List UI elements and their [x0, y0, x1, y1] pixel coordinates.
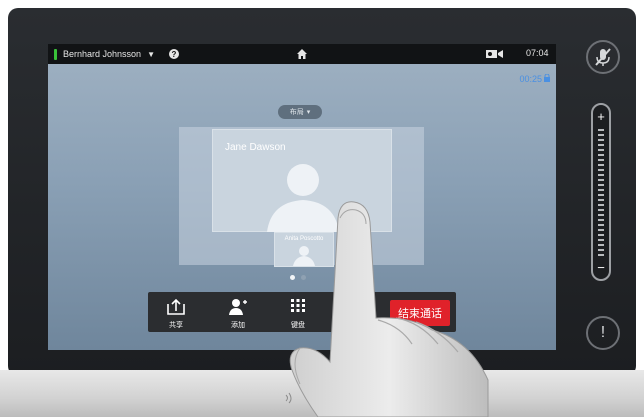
- volume-slider[interactable]: + −: [591, 103, 611, 281]
- touch-screen: Bernhard Johnsson ▼ ? 07:04 00:25 布局 ▾ J…: [48, 44, 556, 350]
- participant-tile-main[interactable]: Jane Dawson: [212, 129, 392, 232]
- volume-up-icon[interactable]: +: [593, 109, 609, 124]
- share-icon: [167, 298, 185, 315]
- page-indicator: [290, 275, 306, 280]
- add-label: 添加: [231, 322, 245, 329]
- mute-microphone-button[interactable]: [586, 40, 620, 74]
- person-silhouette-icon: [293, 246, 315, 266]
- share-button[interactable]: 共享: [152, 292, 200, 332]
- help-icon[interactable]: ?: [168, 49, 179, 59]
- end-call-button[interactable]: 结束通话: [390, 300, 450, 326]
- home-icon[interactable]: [296, 48, 308, 60]
- alert-button[interactable]: !: [586, 316, 620, 350]
- layout-label: 布局: [289, 109, 304, 116]
- video-conference-device: Bernhard Johnsson ▼ ? 07:04 00:25 布局 ▾ J…: [0, 0, 644, 417]
- mute-microphone-icon: [595, 48, 611, 66]
- share-label: 共享: [169, 322, 183, 329]
- volume-ticks: [598, 129, 604, 257]
- keypad-button[interactable]: 键盘: [274, 292, 322, 332]
- volume-down-icon[interactable]: −: [593, 260, 609, 275]
- participant-tile-small[interactable]: Anita Poscotto: [274, 232, 334, 267]
- alert-icon: !: [600, 324, 606, 341]
- participant-name: Anita Poscotto: [284, 236, 324, 242]
- keypad-label: 键盘: [291, 322, 305, 329]
- user-name[interactable]: Bernhard Johnsson: [63, 49, 141, 59]
- video-camera-icon[interactable]: [486, 49, 504, 59]
- page-dot[interactable]: [301, 275, 306, 280]
- chevron-down-icon: ▾: [306, 109, 311, 116]
- speaker-icon: [283, 392, 297, 406]
- add-participant-icon: [229, 299, 247, 315]
- user-dropdown-icon[interactable]: ▼: [147, 50, 155, 59]
- device-base: [0, 370, 644, 417]
- add-participant-button[interactable]: 添加: [214, 292, 262, 332]
- page-dot[interactable]: [290, 275, 295, 280]
- lock-icon: [544, 73, 550, 82]
- person-silhouette-icon: [267, 164, 339, 232]
- status-indicator: [54, 48, 57, 60]
- top-bar: Bernhard Johnsson ▼ ? 07:04: [48, 44, 556, 64]
- layout-button[interactable]: 布局 ▾: [278, 105, 322, 119]
- clock: 07:04: [526, 48, 549, 58]
- keypad-icon: [291, 299, 305, 312]
- call-timer: 00:25: [519, 74, 542, 84]
